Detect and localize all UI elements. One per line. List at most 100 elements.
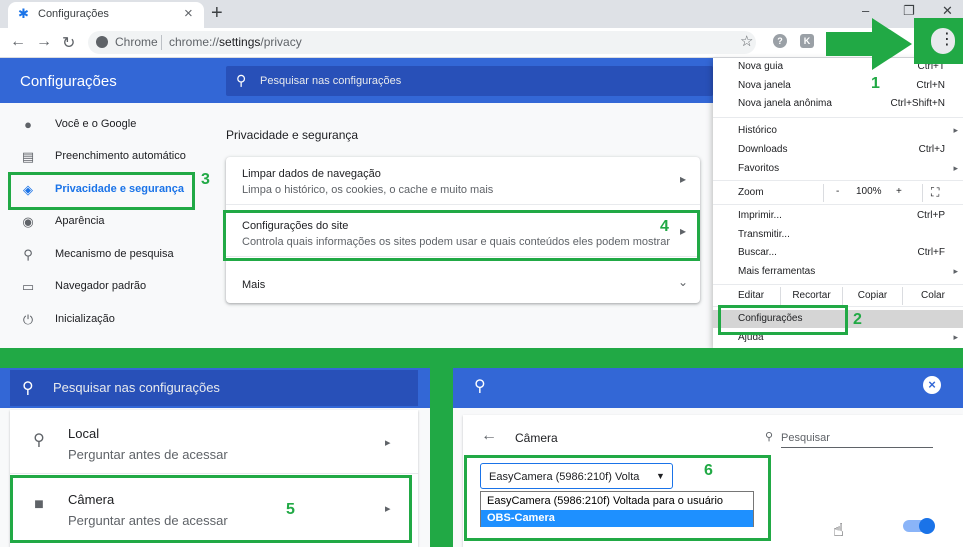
search-icon: ⚲ (22, 380, 34, 397)
menu-item-more-tools[interactable]: Mais ferramentas ▸ (713, 263, 963, 281)
annotation-box-5 (10, 475, 412, 543)
section-title: Privacidade e segurança (226, 128, 359, 142)
annotation-box-4 (223, 210, 700, 261)
sidebar-item-autofill[interactable]: ▤ Preenchimento automático (0, 143, 200, 171)
fullscreen-icon[interactable]: ⛶ (931, 185, 939, 200)
omnibox[interactable]: Chrome chrome://settings/privacy (88, 31, 756, 54)
menu-label: Nova janela (738, 80, 791, 91)
zoom-out-button[interactable]: - (836, 186, 839, 197)
search-icon[interactable]: ⚲ (474, 376, 486, 396)
row-location[interactable]: ⚲ Local Perguntar antes de acessar ▸ (10, 410, 418, 474)
chevron-right-icon: ▸ (680, 172, 687, 186)
menu-shortcut: Ctrl+N (916, 80, 945, 91)
copy-button[interactable]: Copiar (842, 287, 902, 305)
toggle-knob (919, 518, 935, 534)
chrome-menu-button[interactable]: ⋮ (931, 28, 955, 54)
sidebar-item-label: Mecanismo de pesquisa (55, 248, 174, 260)
menu-shortcut: Ctrl+Shift+N (890, 98, 945, 109)
settings-search-input[interactable] (260, 72, 660, 90)
zoom-in-button[interactable]: + (896, 186, 902, 197)
sidebar-item-search-engine[interactable]: ⚲ Mecanismo de pesquisa (0, 241, 200, 269)
annotation-number-4: 4 (660, 218, 669, 235)
site-settings-search[interactable]: ⚲ Pesquisar nas configurações (10, 370, 418, 406)
menu-shortcut: Ctrl+J (918, 144, 945, 155)
cut-button[interactable]: Recortar (780, 287, 842, 305)
back-icon[interactable]: ← (10, 33, 26, 51)
menu-shortcut: Ctrl+F (917, 247, 946, 258)
browser-toolbar: ← → ↻ Chrome chrome://settings/privacy ☆… (0, 28, 963, 58)
clear-search-icon[interactable]: × (923, 376, 941, 394)
tab-settings[interactable]: ✱ Configurações × (8, 2, 204, 28)
menu-separator (713, 284, 963, 285)
reload-icon[interactable]: ↻ (62, 33, 75, 53)
gear-icon: ✱ (18, 6, 29, 21)
menu-label: Editar (738, 290, 765, 301)
menu-label: Favoritos (738, 163, 780, 174)
close-tab-icon[interactable]: × (184, 5, 193, 22)
camera-search-input[interactable] (781, 428, 933, 448)
omnibox-url: chrome://settings/privacy (169, 35, 302, 49)
menu-label: Nova janela anônima (738, 98, 832, 109)
annotation-number-2: 2 (853, 311, 862, 328)
menu-item-edit: Editar Recortar Copiar Colar (713, 287, 963, 305)
sidebar-item-label: Preenchimento automático (55, 150, 186, 162)
menu-item-new-window[interactable]: Nova janela Ctrl+N (713, 77, 963, 95)
settings-search[interactable]: ⚲ (226, 66, 713, 96)
menu-label: Imprimir... (738, 210, 782, 221)
menu-item-new-incognito[interactable]: Nova janela anônima Ctrl+Shift+N (713, 95, 963, 113)
submenu-arrow-icon: ▸ (953, 163, 958, 173)
annotation-box-3 (8, 172, 195, 210)
tab-strip: ✱ Configurações × + – ❐ ✕ (0, 0, 963, 28)
sidebar-item-startup[interactable]: ⏻ Inicialização (0, 306, 200, 334)
annotation-number-3: 3 (201, 171, 210, 188)
sidebar-item-label: Você e o Google (55, 118, 137, 130)
camera-toggle[interactable] (903, 518, 935, 534)
sidebar-item-default-browser[interactable]: ▭ Navegador padrão (0, 273, 200, 301)
paste-button[interactable]: Colar (902, 287, 963, 305)
sidebar-item-appearance[interactable]: ◉ Aparência (0, 208, 200, 236)
menu-item-bookmarks[interactable]: Favoritos ▸ (713, 160, 963, 178)
annotation-number-5: 5 (286, 501, 295, 518)
extension-k-icon[interactable]: K (800, 34, 814, 48)
menu-item-print[interactable]: Imprimir... Ctrl+P (713, 207, 963, 225)
menu-label: Zoom (738, 187, 764, 198)
chrome-site-icon (96, 36, 108, 48)
chevron-right-icon: ▸ (385, 437, 391, 449)
submenu-arrow-icon: ▸ (953, 266, 958, 276)
person-icon: ● (24, 117, 32, 132)
camera-page-header: ⚲ × (453, 368, 963, 408)
menu-item-downloads[interactable]: Downloads Ctrl+J (713, 141, 963, 159)
menu-item-find[interactable]: Buscar... Ctrl+F (713, 244, 963, 262)
menu-item-history[interactable]: Histórico ▸ (713, 122, 963, 140)
site-settings-header: ⚲ Pesquisar nas configurações (0, 368, 430, 408)
bookmark-star-icon[interactable]: ☆ (740, 32, 753, 50)
row-description: Perguntar antes de acessar (68, 447, 228, 462)
extension-shield-icon[interactable]: ? (773, 34, 787, 48)
new-tab-button[interactable]: + (211, 2, 223, 25)
menu-label: Nova guia (738, 61, 784, 72)
menu-separator (713, 204, 963, 205)
omnibox-separator (161, 35, 162, 50)
sidebar-item-you-and-google[interactable]: ● Você e o Google (0, 111, 200, 139)
row-more[interactable]: Mais ⌄ (226, 261, 700, 309)
sidebar-item-label: Aparência (55, 215, 105, 227)
back-arrow-icon[interactable]: ← (481, 427, 497, 445)
minimize-icon[interactable]: – (862, 3, 869, 18)
close-window-icon[interactable]: ✕ (942, 3, 953, 19)
forward-icon[interactable]: → (36, 33, 52, 51)
settings-title: Configurações (20, 73, 117, 90)
restore-icon[interactable]: ❐ (903, 3, 915, 19)
omnibox-scheme: Chrome (115, 35, 158, 49)
hand-cursor-icon: ☝ (833, 520, 844, 540)
menu-label: Buscar... (738, 247, 777, 258)
menu-shortcut: Ctrl+P (916, 210, 945, 221)
search-icon: ⚲ (765, 431, 774, 443)
annotation-arrow (826, 18, 912, 70)
search-placeholder: Pesquisar nas configurações (53, 380, 220, 395)
browser-icon: ▭ (21, 279, 35, 294)
row-clear-browsing-data[interactable]: Limpar dados de navegação Limpa o histór… (226, 157, 700, 205)
row-title: Local (68, 426, 100, 441)
menu-item-cast[interactable]: Transmitir... (713, 226, 963, 244)
palette-icon: ◉ (22, 214, 34, 229)
tab-title: Configurações (38, 8, 109, 20)
